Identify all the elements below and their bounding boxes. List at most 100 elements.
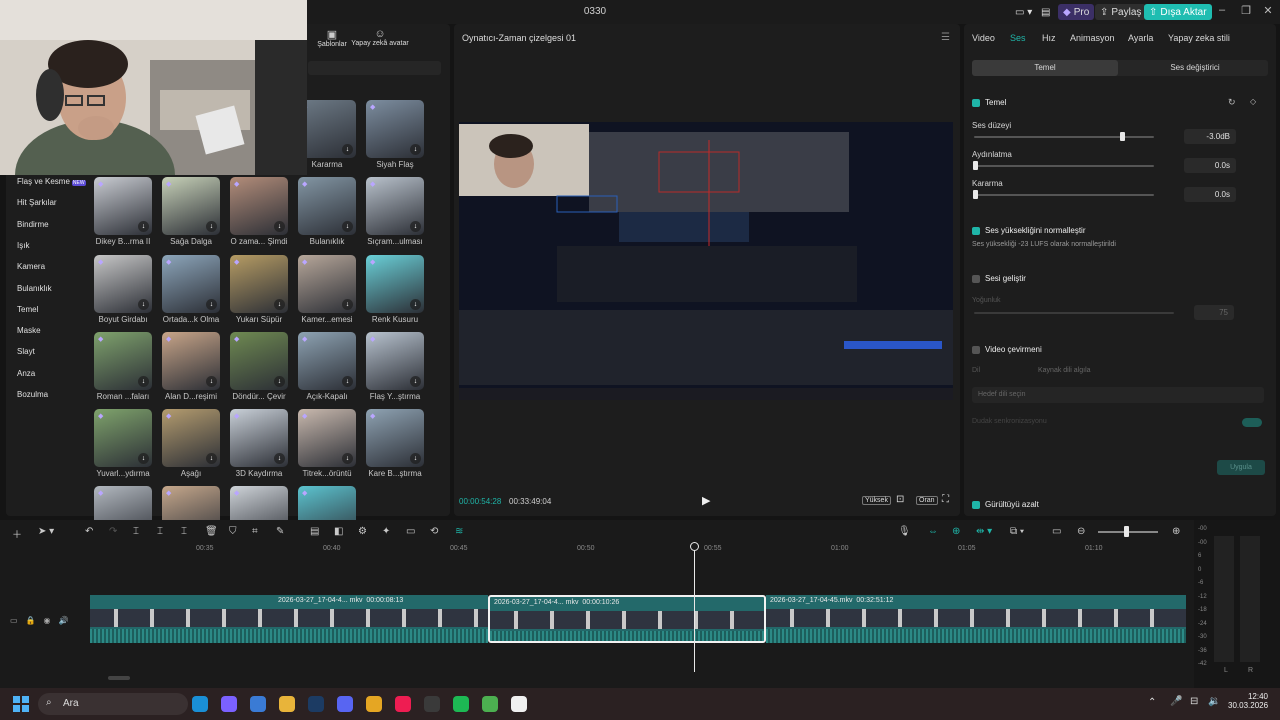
- download-icon[interactable]: ↓: [138, 376, 149, 387]
- export-button[interactable]: ⇧ Dışa Aktar: [1144, 4, 1212, 20]
- category-item[interactable]: Işık: [17, 241, 29, 250]
- horizontal-scrollbar[interactable]: [108, 676, 130, 680]
- ai-edit-icon[interactable]: ✎: [276, 526, 284, 537]
- edge-icon[interactable]: [192, 696, 208, 712]
- effect-thumbnail[interactable]: ◆↓: [298, 255, 356, 313]
- waveform-icon[interactable]: ≋: [455, 526, 463, 537]
- snap-icon[interactable]: ⇹ ▾: [976, 526, 992, 537]
- translate-checkbox[interactable]: [972, 346, 980, 354]
- source-language-select[interactable]: Kaynak dili algıla: [1004, 363, 1262, 378]
- download-icon[interactable]: ↓: [138, 453, 149, 464]
- steam-icon[interactable]: [308, 696, 324, 712]
- fade-out-slider[interactable]: [974, 194, 1154, 196]
- playhead[interactable]: [694, 544, 695, 672]
- files-icon[interactable]: [279, 696, 295, 712]
- fade-in-value[interactable]: 0.0s: [1184, 158, 1236, 173]
- tab-3[interactable]: Animasyon: [1070, 33, 1115, 43]
- ai-avatar-tab[interactable]: ☺ Yapay zekâ avatar: [350, 28, 410, 47]
- ratio-button[interactable]: Oran: [916, 496, 938, 505]
- category-item[interactable]: Slayt: [17, 347, 35, 356]
- enhance-checkbox[interactable]: [972, 275, 980, 283]
- visibility-icon[interactable]: ◉: [44, 616, 51, 625]
- download-icon[interactable]: ↓: [342, 221, 353, 232]
- volume-icon[interactable]: 🔉: [1208, 696, 1220, 707]
- effect-thumbnail[interactable]: ◆↓: [162, 177, 220, 235]
- layout-icon[interactable]: ▭ ▾: [1010, 4, 1037, 20]
- crop-icon[interactable]: ⌗: [252, 526, 258, 537]
- fade-out-slider-knob[interactable]: [973, 190, 978, 199]
- effect-thumbnail[interactable]: ◆↓: [94, 332, 152, 390]
- taskbar-search[interactable]: ⌕ Ara: [38, 693, 188, 715]
- effect-thumbnail[interactable]: ◆↓: [366, 409, 424, 467]
- effect-thumbnail[interactable]: ◆↓: [230, 409, 288, 467]
- download-icon[interactable]: ↓: [410, 299, 421, 310]
- download-icon[interactable]: ↓: [206, 221, 217, 232]
- lock-icon[interactable]: 🔒: [26, 616, 36, 625]
- split-icon[interactable]: ⌶: [133, 526, 139, 537]
- target-language-select[interactable]: Hedef dili seçin: [972, 387, 1264, 403]
- undo-icon[interactable]: ↶: [85, 526, 93, 537]
- split-left-icon[interactable]: ⌶: [157, 526, 163, 537]
- lipsync-toggle[interactable]: [1242, 418, 1262, 427]
- expand-icon[interactable]: ⛶: [942, 494, 949, 505]
- normalize-checkbox[interactable]: [972, 227, 980, 235]
- zoom-slider-knob[interactable]: [1124, 526, 1129, 537]
- freeze-icon[interactable]: ▤: [310, 526, 319, 537]
- effect-thumbnail[interactable]: ◆↓: [94, 177, 152, 235]
- download-icon[interactable]: ↓: [206, 453, 217, 464]
- effect-thumbnail[interactable]: ◆↓: [366, 177, 424, 235]
- fade-out-value[interactable]: 0.0s: [1184, 187, 1236, 202]
- timeline-clip[interactable]: 2026-03-27_17-04-4... mkv 00:00:08:13: [90, 595, 488, 643]
- category-item[interactable]: Temel: [17, 305, 38, 314]
- category-item[interactable]: Flaş ve Kesme NEW: [17, 177, 86, 186]
- pro-button[interactable]: ◆ Pro: [1058, 4, 1095, 20]
- close-icon[interactable]: ✕: [1258, 4, 1278, 20]
- download-icon[interactable]: ↓: [138, 221, 149, 232]
- tray-microphone-icon[interactable]: 🎤: [1170, 696, 1182, 707]
- subtab-basic[interactable]: Temel: [972, 60, 1118, 76]
- add-track-icon[interactable]: ＋: [12, 526, 22, 541]
- timeline-clip[interactable]: 2026-03-27_17-04-45.mkv 00:32:51:12: [766, 595, 1186, 643]
- subtitle-icon[interactable]: ▭: [406, 526, 415, 537]
- category-item[interactable]: Bulanıklık: [17, 284, 52, 293]
- share-button[interactable]: ⇪ Paylaş: [1095, 4, 1147, 20]
- network-icon[interactable]: ⊟: [1190, 696, 1198, 707]
- quality-button[interactable]: Yüksek: [862, 496, 891, 505]
- windows-start-icon[interactable]: [13, 696, 29, 712]
- link-icon[interactable]: ⇔: [928, 526, 938, 537]
- tab-0[interactable]: Video: [972, 33, 995, 43]
- download-icon[interactable]: ↓: [342, 299, 353, 310]
- download-icon[interactable]: ↓: [274, 299, 285, 310]
- download-icon[interactable]: ↓: [274, 376, 285, 387]
- download-icon[interactable]: ↓: [206, 376, 217, 387]
- tab-4[interactable]: Ayarla: [1128, 33, 1153, 43]
- effect-thumbnail[interactable]: ◆↓: [366, 100, 424, 158]
- search-input[interactable]: [308, 61, 441, 75]
- download-icon[interactable]: ↓: [410, 144, 421, 155]
- store-icon[interactable]: [250, 696, 266, 712]
- split-right-icon[interactable]: ⌶: [181, 526, 187, 537]
- effect-thumbnail[interactable]: ◆↓: [366, 332, 424, 390]
- effect-thumbnail[interactable]: ◆↓: [298, 409, 356, 467]
- minimize-icon[interactable]: –: [1212, 4, 1232, 20]
- effect-thumbnail[interactable]: ◆↓: [230, 332, 288, 390]
- download-icon[interactable]: ↓: [410, 376, 421, 387]
- preview-canvas[interactable]: [459, 122, 953, 400]
- timeline-clip-selected[interactable]: 2026-03-27_17-04-4... mkv 00:00:10:26: [488, 595, 766, 643]
- effect-thumbnail[interactable]: ◆↓: [94, 255, 152, 313]
- delete-icon[interactable]: 🗑: [205, 526, 218, 537]
- magnet-icon[interactable]: ⊕: [952, 526, 960, 537]
- tray-chevron-icon[interactable]: ⌃: [1148, 697, 1156, 708]
- chrome-icon[interactable]: [366, 696, 382, 712]
- effect-thumbnail[interactable]: ◆↓: [230, 255, 288, 313]
- discord-icon[interactable]: [337, 696, 353, 712]
- fade-in-slider[interactable]: [974, 165, 1154, 167]
- download-icon[interactable]: ↓: [410, 221, 421, 232]
- effect-thumbnail[interactable]: ◆↓: [162, 255, 220, 313]
- download-icon[interactable]: ↓: [274, 453, 285, 464]
- fit-icon[interactable]: ▭: [1052, 526, 1061, 537]
- fade-in-slider-knob[interactable]: [973, 161, 978, 170]
- keyframe-icon[interactable]: ◇: [1250, 97, 1256, 106]
- playhead-handle[interactable]: [690, 542, 699, 551]
- effect-thumbnail[interactable]: ◆↓: [162, 332, 220, 390]
